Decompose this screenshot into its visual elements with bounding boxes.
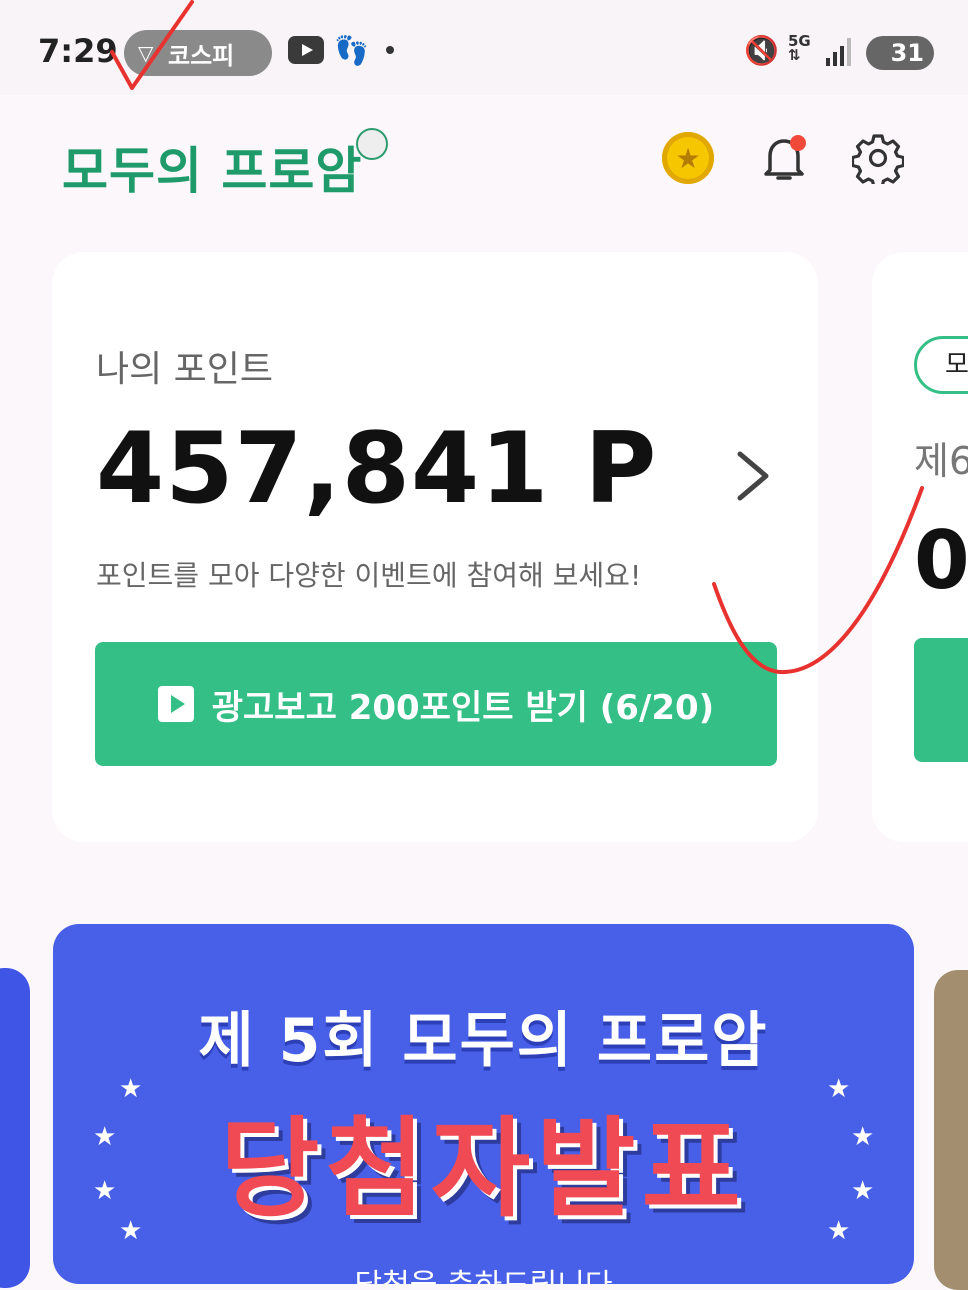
battery-level: 31 [890,39,924,67]
red-check-mark-icon [110,0,194,90]
signal-strength-icon [826,38,856,66]
star-icon: ★ [851,1176,875,1206]
golf-ball-icon [356,128,389,160]
previous-banner[interactable] [0,968,30,1288]
watch-ad-button[interactable]: 광고보고 200포인트 받기 (6/20) [95,642,777,766]
battery-indicator: 31 [866,36,934,70]
network-label: 5G [788,32,811,50]
winner-announcement-banner[interactable]: 제 5회 모두의 프로암 당첨자발표 ★ ★ ★ ★ ★ ★ ★ ★ 당첨을 축… [53,924,914,1284]
settings-gear-icon[interactable] [852,132,904,184]
banner-main-title: 당첨자발표 [220,1107,747,1232]
mute-icon: 🔇 [744,34,779,67]
banner-subtitle: 제 5회 모두의 프로암 [198,1006,769,1076]
play-icon [157,686,194,722]
footsteps-icon: 👣 [334,34,369,67]
star-icon: ★ [119,1216,143,1246]
points-description: 포인트를 모아 다양한 이벤트에 참여해 보세요! [96,559,642,592]
star-icon: ★ [119,1074,143,1104]
app-title-text: 모두의 프로암 [62,142,363,200]
points-value: 457,841 P [96,412,658,526]
second-card-subtitle: 제6 [914,439,968,483]
star-icon: ★ [93,1176,117,1206]
second-card-chip[interactable]: 모 [914,336,968,394]
watch-ad-label: 광고보고 200포인트 받기 (6/20) [211,687,715,728]
star-icon: ★ [93,1122,117,1152]
red-check-mark-icon [712,486,924,675]
star-icon: ★ [851,1122,875,1152]
banner-footer: 당첨을 축하드립니다 [53,1260,914,1284]
star-icon: ★ [827,1074,851,1104]
next-banner[interactable] [934,970,968,1290]
coin-icon[interactable]: ★ [662,132,714,184]
more-notifications-dot-icon [386,46,394,54]
notification-bell-icon[interactable] [756,130,812,186]
star-icon: ★ [827,1216,851,1246]
points-card-title: 나의 포인트 [96,349,274,390]
app-title: 모두의 프로암 [62,128,389,203]
youtube-icon [288,36,324,64]
network-5g-icon: 5G ⇅ [788,32,811,64]
